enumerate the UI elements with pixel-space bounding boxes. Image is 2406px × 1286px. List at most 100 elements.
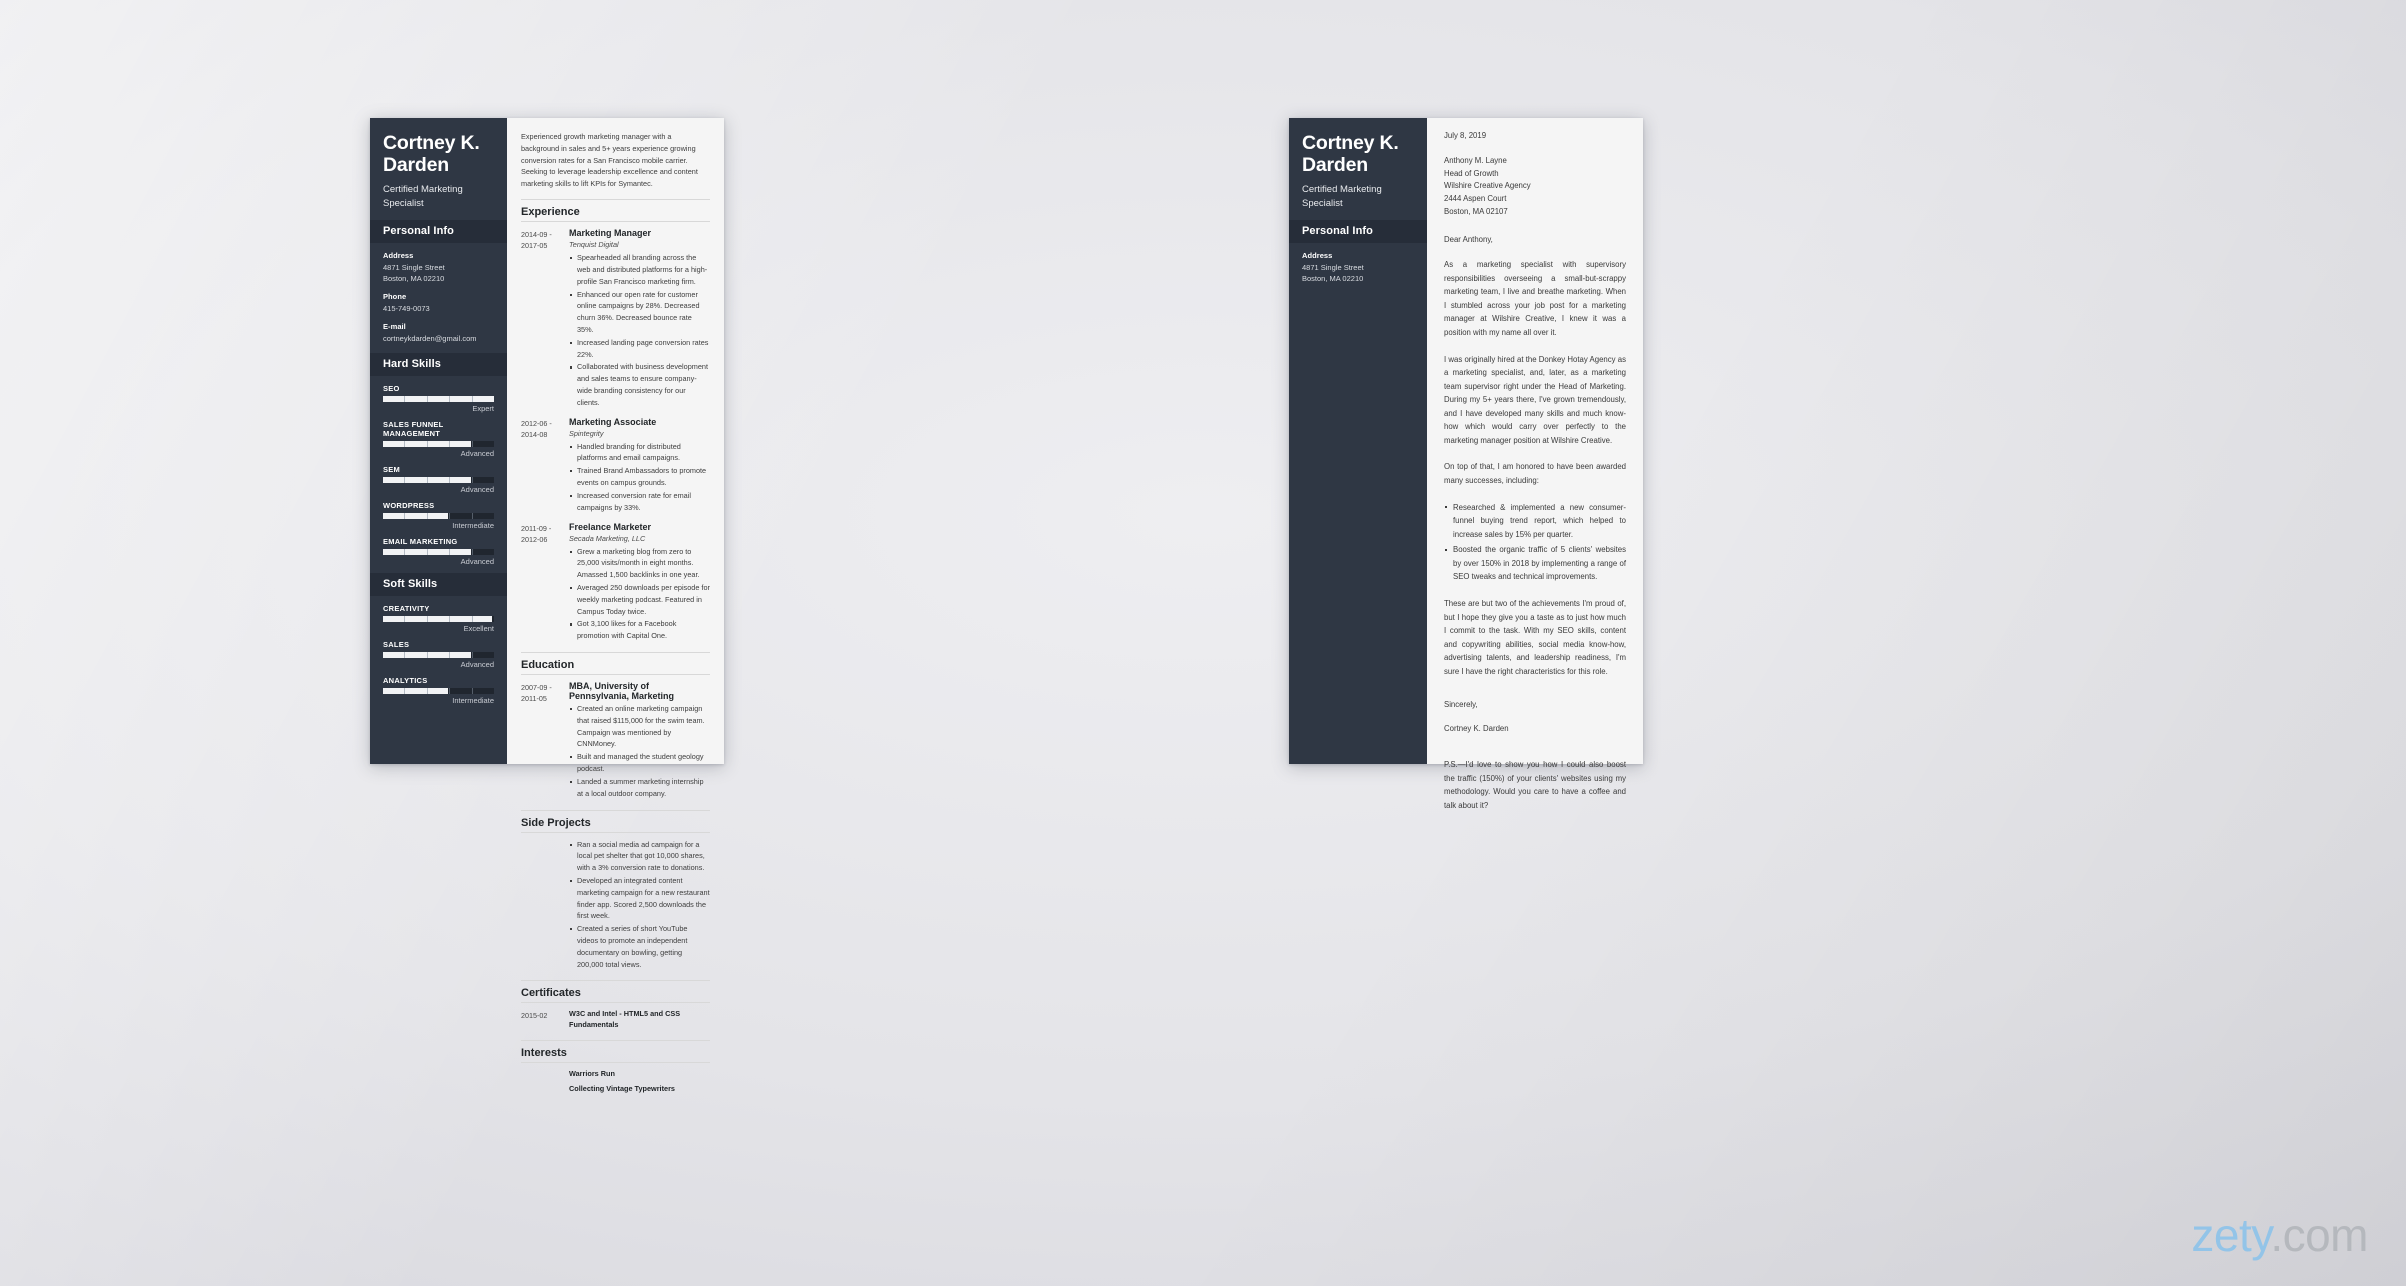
resume-experience-entry-body: Freelance Marketer Secada Marketing, LLC G… — [569, 522, 710, 644]
resume-hard-skills-body: SEO Expert SALES FUNNEL MANAGEMENT Advanced… — [370, 376, 507, 566]
hard-skill-fill — [383, 512, 449, 519]
soft-skill-fill — [383, 651, 471, 658]
resume-personal-field: Address 4871 Single Street Boston, MA 0221… — [383, 251, 494, 285]
resume-bullet: Grew a marketing blog from zero to 25,00… — [569, 546, 710, 581]
watermark-brand: zety — [2191, 1209, 2271, 1261]
resume-bullet: Averaged 250 downloads per episode for w… — [569, 582, 710, 617]
hard-skill: EMAIL MARKETING Advanced — [383, 537, 494, 566]
cover-letter-signoff: Sincerely, — [1444, 700, 1478, 710]
soft-skill: ANALYTICS Intermediate — [383, 676, 494, 705]
resume-side-projects-entry: Ran a social media ad campaign for a loc… — [521, 839, 710, 972]
soft-skill-name: SALES — [383, 639, 410, 649]
resume-personal-field-value: 4871 Single Street Boston, MA 02210 — [383, 262, 445, 283]
resume-main-column: Experienced growth marketing manager wit… — [507, 118, 724, 1093]
cover-letter-paragraph: On top of that, I am honored to have bee… — [1444, 462, 1626, 485]
hard-skill-level: Expert — [472, 403, 494, 413]
resume-education-entry-body: MBA, University of Pennsylvania, Marketi… — [569, 681, 710, 801]
resume-experience-entry-bullets: Spearheaded all branding across the web … — [569, 252, 710, 409]
hard-skill-fill — [383, 476, 471, 483]
resume-side-projects-bullets: Ran a social media ad campaign for a loc… — [569, 839, 710, 971]
hard-skill-name: SEM — [383, 464, 401, 474]
resume-experience-entry-dates: 2012-06 -2014-08 — [521, 418, 552, 439]
hard-skill-level: Advanced — [460, 448, 494, 458]
hard-skill-track — [383, 512, 494, 519]
hard-skill-tick — [473, 441, 494, 447]
resume-experience-entry-company: Secada Marketing, LLC — [569, 533, 646, 543]
cover-letter-personal-field: Address 4871 Single Street Boston, MA 0221… — [1302, 251, 1414, 285]
resume-bullet: Increased landing page conversion rates … — [569, 337, 710, 361]
cover-letter-paragraph: As a marketing specialist with superviso… — [1444, 260, 1626, 337]
resume-certificates-title: Certificates — [521, 980, 710, 1002]
resume-personal-field-value: cortneykdarden@gmail.com — [383, 334, 477, 344]
resume-experience-entry-dates: 2011-09 -2012-06 — [521, 523, 552, 544]
resume-sidebar: Cortney K. Darden Certified Marketing Sp… — [370, 118, 507, 764]
cover-letter-closing-paragraph: These are but two of the achievements I'… — [1444, 598, 1626, 676]
soft-skill-tick — [473, 688, 494, 694]
resume-bullet: Handled branding for distributed platfor… — [569, 441, 710, 465]
resume-certificate-text: W3C and Intel - HTML5 and CSS Fundamenta… — [569, 1009, 681, 1030]
resume-bullet: Created an online marketing campaign tha… — [569, 703, 710, 750]
resume-experience-entry-title: Marketing Manager — [569, 228, 652, 239]
hard-skill-name: SALES FUNNEL MANAGEMENT — [383, 419, 444, 438]
resume-education-entry: 2007-09 -2011-05 MBA, University of Penns… — [521, 681, 710, 801]
soft-skill-level: Excellent — [463, 623, 494, 633]
cover-letter-personal-info-body: Address 4871 Single Street Boston, MA 0221… — [1289, 243, 1427, 285]
resume-side-projects-title: Side Projects — [521, 809, 710, 832]
resume-soft-skills-body: CREATIVITY Excellent SALES Advanced ANALYTIC… — [370, 596, 507, 705]
soft-skill-level: Advanced — [460, 659, 494, 669]
resume-experience-entry-company: Tenquist Digital — [569, 240, 619, 250]
resume-experience-entry: 2012-06 -2014-08 Marketing Associate Spint… — [521, 417, 710, 515]
cover-letter-postscript: P.S.—I'd love to show you how I could al… — [1444, 760, 1626, 810]
soft-skill-track — [383, 651, 494, 658]
resume-experience-entry: 2011-09 -2012-06 Freelance Marketer Secada… — [521, 522, 710, 644]
resume-bullet: Enhanced our open rate for customer onli… — [569, 289, 710, 336]
resume-experience-entry-bullets: Grew a marketing blog from zero to 25,00… — [569, 546, 710, 643]
resume-experience-title: Experience — [521, 199, 710, 221]
resume-side-projects-body: Ran a social media ad campaign for a loc… — [569, 839, 710, 972]
resume-interests-title-rule — [521, 1062, 710, 1064]
resume-interests-title: Interests — [521, 1040, 710, 1062]
resume-side-projects-title-rule — [521, 831, 710, 833]
resume-soft-skills-header: Soft Skills — [370, 572, 507, 596]
resume-bullet: Trained Brand Ambassadors to promote eve… — [569, 465, 710, 489]
soft-skill-name: ANALYTICS — [383, 675, 428, 685]
resume-candidate-name: Cortney K. Darden — [383, 132, 480, 177]
cover-letter-achievement-item: Boosted the organic traffic of 5 clients… — [1444, 543, 1626, 584]
hard-skill-name: WORDPRESS — [383, 500, 435, 510]
cover-letter-sidebar-header: Cortney K. Darden Certified Marketing Sp… — [1289, 118, 1427, 220]
resume-personal-field-label: E-mail — [383, 322, 406, 332]
resume-personal-field-value: 415-749-0073 — [383, 304, 430, 314]
resume-personal-info-title: Personal Info — [383, 224, 454, 237]
soft-skill-track — [383, 687, 494, 694]
hard-skill-tick — [473, 549, 494, 555]
resume-hard-skills-header: Hard Skills — [370, 352, 507, 376]
hard-skill-track — [383, 476, 494, 483]
resume-soft-skills-title: Soft Skills — [383, 577, 438, 590]
hard-skill-fill — [383, 395, 494, 402]
cover-letter-recipient-line: Boston, MA 02107 — [1444, 206, 1508, 216]
desktop-background — [0, 0, 2406, 1286]
resume-personal-field: Phone 415-749-0073 — [383, 292, 494, 314]
cover-letter-date: July 8, 2019 — [1444, 131, 1487, 140]
cover-letter-recipient-line: Wilshire Creative Agency — [1444, 181, 1531, 191]
resume-education-title: Education — [521, 652, 710, 674]
soft-skill: SALES Advanced — [383, 640, 494, 669]
soft-skill-tick — [473, 652, 494, 658]
cover-letter-document[interactable]: Cortney K. Darden Certified Marketing Sp… — [1289, 118, 1643, 810]
hard-skill-fill — [383, 440, 471, 447]
resume-interest-item: Collecting Vintage Typewriters — [569, 1084, 675, 1094]
hard-skill: SALES FUNNEL MANAGEMENT Advanced — [383, 420, 494, 458]
soft-skill-track — [383, 615, 494, 622]
hard-skill: WORDPRESS Intermediate — [383, 501, 494, 530]
resume-personal-info-body: Address 4871 Single Street Boston, MA 0221… — [370, 243, 507, 345]
resume-document[interactable]: Cortney K. Darden Certified Marketing Sp… — [370, 118, 724, 1093]
hard-skill-level: Advanced — [460, 484, 494, 494]
resume-certificate-date: 2015-02 — [521, 1011, 548, 1021]
cover-letter-recipient-line: 2444 Aspen Court — [1444, 193, 1507, 203]
resume-education-entry-bullets: Created an online marketing campaign tha… — [569, 703, 710, 800]
hard-skill: SEO Expert — [383, 384, 494, 413]
hard-skill-fill — [383, 548, 471, 555]
resume-bullet: Created a series of short YouTube videos… — [569, 923, 710, 970]
cover-letter-personal-field-label: Address — [1302, 250, 1333, 260]
resume-side-projects-dates — [521, 839, 569, 972]
